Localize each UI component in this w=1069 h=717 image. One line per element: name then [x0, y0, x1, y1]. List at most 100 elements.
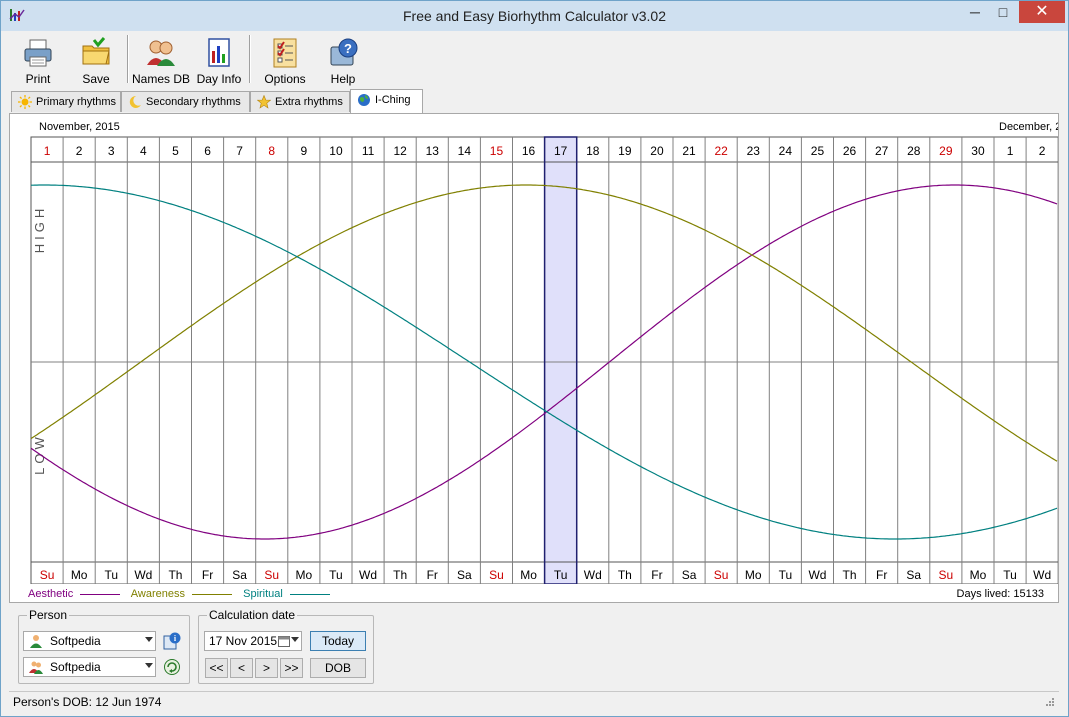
options-button[interactable]: Options: [256, 35, 314, 87]
weekday-label[interactable]: Sa: [457, 568, 472, 582]
person-select-2[interactable]: Softpedia: [23, 657, 156, 677]
weekday-label[interactable]: Mo: [71, 568, 88, 582]
tab-primary-rhythms[interactable]: Primary rhythms: [11, 91, 121, 112]
weekday-label[interactable]: Tu: [104, 568, 118, 582]
person-select-1[interactable]: Softpedia: [23, 631, 156, 651]
day-number-label[interactable]: 4: [140, 144, 147, 158]
weekday-label[interactable]: Sa: [906, 568, 921, 582]
status-bar: Person's DOB: 12 Jun 1974: [9, 691, 1059, 711]
weekday-label[interactable]: Th: [843, 568, 857, 582]
tab-secondary-rhythms[interactable]: Secondary rhythms: [121, 91, 250, 112]
weekday-label[interactable]: Fr: [202, 568, 213, 582]
weekday-label[interactable]: Mo: [520, 568, 537, 582]
dob-button[interactable]: DOB: [310, 658, 366, 678]
weekday-label[interactable]: Tu: [779, 568, 793, 582]
weekday-label[interactable]: Th: [168, 568, 182, 582]
day-number-label[interactable]: 2: [76, 144, 83, 158]
weekday-label[interactable]: Su: [264, 568, 279, 582]
weekday-label[interactable]: Su: [489, 568, 504, 582]
tab-label: Primary rhythms: [36, 96, 117, 108]
day-number-label[interactable]: 8: [268, 144, 275, 158]
day-number-label[interactable]: 9: [301, 144, 308, 158]
day-number-label[interactable]: 29: [939, 144, 953, 158]
print-button[interactable]: Print: [9, 35, 67, 87]
tab-label: I-Ching: [375, 94, 411, 106]
day-number-label[interactable]: 2: [1039, 144, 1046, 158]
day-number-label[interactable]: 1: [44, 144, 51, 158]
tab-label: Secondary rhythms: [146, 96, 241, 108]
person-select-2-value: Softpedia: [50, 660, 101, 674]
weekday-label[interactable]: Fr: [427, 568, 438, 582]
day-number-label[interactable]: 27: [875, 144, 889, 158]
weekday-label[interactable]: Wd: [1033, 568, 1051, 582]
close-button[interactable]: ✕: [1019, 1, 1065, 23]
day-number-label[interactable]: 7: [236, 144, 243, 158]
weekday-label[interactable]: Wd: [808, 568, 826, 582]
minimize-button[interactable]: ─: [961, 1, 989, 23]
day-number-label[interactable]: 3: [108, 144, 115, 158]
day-number-label[interactable]: 16: [522, 144, 536, 158]
names-db-button[interactable]: Names DB: [132, 35, 190, 87]
tab-i-ching[interactable]: I-Ching: [350, 89, 423, 113]
weekday-label[interactable]: Su: [939, 568, 954, 582]
day-number-label[interactable]: 10: [329, 144, 343, 158]
day-number-label[interactable]: 30: [971, 144, 985, 158]
save-button[interactable]: Save: [67, 35, 125, 87]
weekday-label[interactable]: Fr: [876, 568, 887, 582]
weekday-label[interactable]: Tu: [1003, 568, 1017, 582]
prev-button[interactable]: <: [230, 658, 253, 678]
day-number-label[interactable]: 11: [362, 144, 375, 158]
title-bar: Free and Easy Biorhythm Calculator v3.02…: [1, 1, 1068, 31]
day-number-label[interactable]: 14: [458, 144, 472, 158]
status-dob: Person's DOB: 12 Jun 1974: [13, 695, 162, 709]
day-number-label[interactable]: 25: [811, 144, 825, 158]
resize-grip-icon[interactable]: [1043, 697, 1055, 709]
chevron-down-icon: [291, 637, 299, 642]
weekday-label[interactable]: Mo: [296, 568, 313, 582]
weekday-label[interactable]: Wd: [584, 568, 602, 582]
help-button[interactable]: ? Help: [314, 35, 372, 87]
day-number-label[interactable]: 26: [843, 144, 857, 158]
weekday-label[interactable]: Th: [618, 568, 632, 582]
day-number-label[interactable]: 5: [172, 144, 179, 158]
day-info-button[interactable]: Day Info: [190, 35, 248, 87]
weekday-label[interactable]: Su: [714, 568, 729, 582]
next-button[interactable]: >: [255, 658, 278, 678]
compare-icon[interactable]: [163, 658, 181, 676]
weekday-label[interactable]: Sa: [232, 568, 247, 582]
first-button[interactable]: <<: [205, 658, 228, 678]
biorhythm-chart[interactable]: 1Su2Mo3Tu4Wd5Th6Fr7Sa8Su9Mo10Tu11Wd12Th1…: [10, 114, 1058, 584]
day-number-label[interactable]: 24: [779, 144, 793, 158]
day-number-label[interactable]: 22: [714, 144, 728, 158]
day-number-label[interactable]: 12: [393, 144, 407, 158]
today-button[interactable]: Today: [310, 631, 366, 651]
weekday-label[interactable]: Tu: [329, 568, 343, 582]
weekday-label[interactable]: Sa: [682, 568, 697, 582]
weekday-label[interactable]: Su: [40, 568, 55, 582]
day-number-label[interactable]: 21: [682, 144, 696, 158]
weekday-label[interactable]: Mo: [745, 568, 762, 582]
day-number-label[interactable]: 23: [747, 144, 761, 158]
options-icon: [273, 38, 297, 68]
tab-extra-rhythms[interactable]: Extra rhythms: [250, 91, 350, 112]
day-number-label[interactable]: 6: [204, 144, 211, 158]
weekday-label[interactable]: Th: [393, 568, 407, 582]
weekday-label[interactable]: Tu: [554, 568, 568, 582]
last-button[interactable]: >>: [280, 658, 303, 678]
day-number-label[interactable]: 19: [618, 144, 632, 158]
day-number-label[interactable]: 28: [907, 144, 921, 158]
maximize-button[interactable]: □: [989, 1, 1017, 23]
weekday-label[interactable]: Mo: [970, 568, 987, 582]
date-picker[interactable]: 17 Nov 2015: [204, 631, 302, 651]
weekday-label[interactable]: Wd: [134, 568, 152, 582]
day-number-label[interactable]: 20: [650, 144, 664, 158]
day-number-label[interactable]: 17: [554, 144, 568, 158]
day-number-label[interactable]: 1: [1007, 144, 1014, 158]
day-number-label[interactable]: 15: [490, 144, 504, 158]
day-number-label[interactable]: 13: [426, 144, 440, 158]
weekday-label[interactable]: Wd: [359, 568, 377, 582]
weekday-label[interactable]: Fr: [651, 568, 662, 582]
info-icon[interactable]: i: [163, 632, 181, 650]
day-info-icon: [208, 38, 230, 67]
day-number-label[interactable]: 18: [586, 144, 600, 158]
